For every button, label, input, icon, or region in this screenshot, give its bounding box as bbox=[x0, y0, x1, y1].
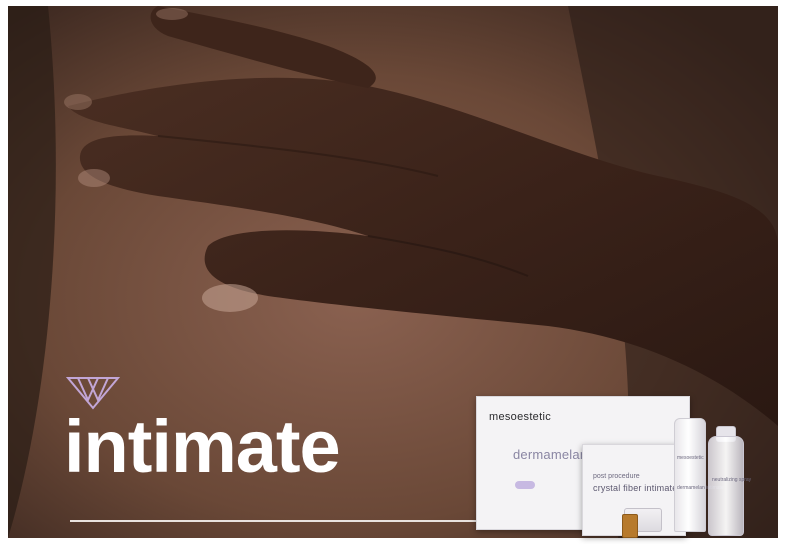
ad-canvas: intimate mesoestetic dermamelan intim•te… bbox=[0, 0, 786, 544]
product-dots bbox=[515, 481, 535, 489]
bottle-name: neutralizing spray bbox=[712, 477, 752, 483]
product-name-secondary: crystal fiber intimate bbox=[593, 483, 678, 493]
tube-brand: mesoestetic bbox=[677, 455, 704, 461]
headline: intimate bbox=[64, 405, 341, 488]
product-subtitle: post procedure bbox=[593, 473, 640, 480]
brand-name: mesoestetic bbox=[489, 411, 551, 423]
product-amber-vial bbox=[622, 514, 638, 538]
divider-line bbox=[70, 520, 480, 522]
product-group: mesoestetic dermamelan intim•te post pro… bbox=[470, 396, 780, 538]
product-tube: mesoestetic dermamelan intimate bbox=[674, 418, 724, 532]
product-bottle: neutralizing spray bbox=[708, 436, 751, 536]
